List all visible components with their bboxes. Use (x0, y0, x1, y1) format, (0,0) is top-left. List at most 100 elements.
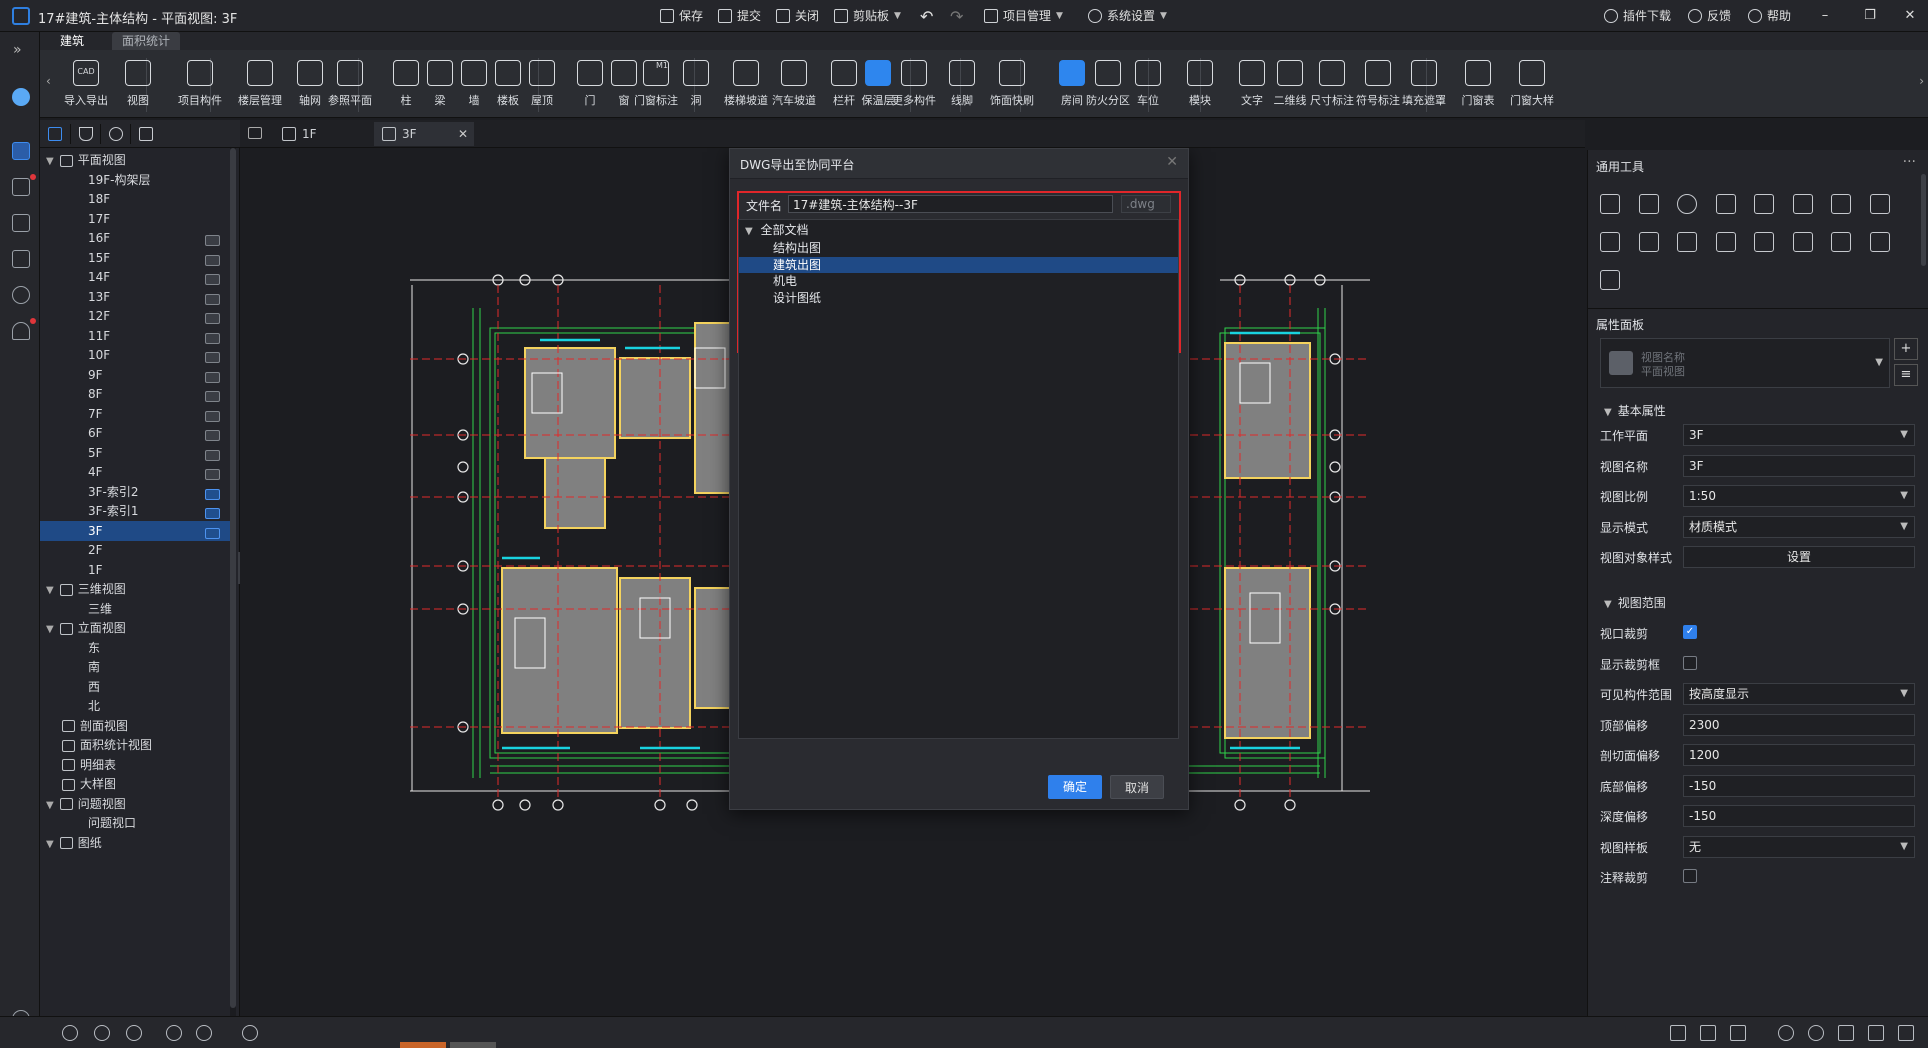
window-icon[interactable] (1868, 1025, 1884, 1041)
floor-manage-button[interactable]: 楼层管理 (232, 56, 288, 114)
view-tree-icon[interactable] (12, 142, 30, 160)
close-doc-button[interactable]: 关闭 (776, 7, 819, 24)
ribbon-scroll-left-icon[interactable]: ‹ (46, 74, 51, 88)
door-window-detail-button[interactable]: 门窗大样 (1504, 56, 1560, 114)
tree-item[interactable]: 9F (40, 365, 230, 385)
help-icon[interactable] (12, 286, 30, 304)
tree-scroll-thumb[interactable] (230, 148, 236, 1008)
cancel-button[interactable]: 取消 (1110, 775, 1164, 799)
drawing-canvas[interactable]: 东 DWG导出至协同平台 ✕ 文件名 .dwg ▼ 全部文档 结构出图建筑出图机… (240, 148, 1585, 1016)
database-icon[interactable] (12, 250, 30, 268)
tree-item[interactable]: 8F (40, 384, 230, 404)
layers-icon[interactable] (94, 1025, 110, 1041)
tree-item[interactable]: 12F (40, 306, 230, 326)
tree-item[interactable]: 3F-索引1 (40, 501, 230, 521)
tab-area-statistics[interactable]: 面积统计 (112, 32, 181, 50)
tree-item[interactable]: 7F (40, 404, 230, 424)
basic-properties-header[interactable]: ▼ 基本属性 (1604, 402, 1666, 419)
plugin-download-button[interactable]: 插件下载 (1604, 7, 1671, 24)
property-checkbox[interactable] (1683, 869, 1697, 883)
tree-item[interactable]: ▼ 立面视图 (40, 618, 230, 638)
snap-icon[interactable] (1838, 1025, 1854, 1041)
property-input[interactable]: 2300 (1683, 713, 1915, 736)
tree-item[interactable]: 13F (40, 287, 230, 307)
tree-item[interactable]: 4F (40, 462, 230, 482)
offset-icon[interactable] (1831, 194, 1851, 214)
parking-button[interactable]: 车位 (1120, 56, 1176, 114)
tree-item[interactable]: 18F (40, 189, 230, 209)
break-icon[interactable] (1677, 232, 1697, 252)
tree-item[interactable]: 2F (40, 540, 230, 560)
feedback-button[interactable]: 反馈 (1688, 7, 1731, 24)
document-icon[interactable] (12, 214, 30, 232)
close-window-button[interactable]: ✕ (1895, 6, 1925, 26)
link-icon[interactable] (1778, 1025, 1794, 1041)
tree-item[interactable]: 17F (40, 209, 230, 229)
tools-scrollbar[interactable] (1921, 174, 1926, 266)
tree-item[interactable]: 5F (40, 443, 230, 463)
tree-item[interactable]: 问题视口 (40, 813, 230, 833)
view-range-header[interactable]: ▼ 视图范围 (1604, 594, 1666, 611)
tree-item[interactable]: 剖面视图 (40, 716, 230, 736)
property-input[interactable]: -150 (1683, 774, 1915, 797)
ok-button[interactable]: 确定 (1048, 775, 1102, 799)
submit-button[interactable]: 提交 (718, 7, 761, 24)
tree-item[interactable]: 北 (40, 696, 230, 716)
property-button[interactable]: 设置 (1683, 546, 1915, 568)
document-folder-item[interactable]: 机电 (739, 273, 1178, 289)
project-component-button[interactable]: 项目构件 (172, 56, 228, 114)
tree-panel-toggle-button[interactable] (40, 124, 70, 144)
tree-item[interactable]: 明细表 (40, 755, 230, 775)
rotate-icon[interactable] (1677, 194, 1697, 214)
tree-item[interactable]: ▼ 图纸 (40, 833, 230, 853)
grid-icon[interactable] (1730, 1025, 1746, 1041)
tree-item[interactable]: 西 (40, 677, 230, 697)
document-folder-item[interactable]: 结构出图 (739, 240, 1178, 256)
tree-item[interactable]: 大样图 (40, 774, 230, 794)
property-input[interactable]: -150 (1683, 805, 1915, 827)
property-checkbox[interactable]: ✓ (1683, 625, 1697, 639)
globe-icon[interactable] (242, 1025, 258, 1041)
tree-scrollbar[interactable] (230, 148, 236, 1016)
eye-icon[interactable] (196, 1025, 212, 1041)
tree-item[interactable]: 东 (40, 638, 230, 658)
tree-item[interactable]: ▼ 平面视图 (40, 150, 230, 170)
add-view-button[interactable]: + (1894, 338, 1918, 360)
filename-input[interactable] (788, 195, 1113, 213)
tree-item[interactable]: 3F-索引2 (40, 482, 230, 502)
door-window-schedule-button[interactable]: 门窗表 (1450, 56, 1506, 114)
view-button[interactable]: 视图 (110, 56, 166, 114)
fill-mask-button[interactable]: 填充遮罩 (1396, 56, 1452, 114)
annotation-icon[interactable] (1808, 1025, 1824, 1041)
distribute-icon[interactable] (1638, 232, 1659, 252)
tree-filter-button[interactable] (70, 124, 100, 144)
redo-button[interactable]: ↷ (950, 7, 963, 26)
undo-button[interactable]: ↶ (920, 7, 933, 26)
tree-root-all-documents[interactable]: ▼ 全部文档 (739, 220, 1178, 240)
reference-plane-button[interactable]: 参照平面 (322, 56, 378, 114)
tree-locate-button[interactable] (100, 124, 130, 144)
tree-item[interactable]: 15F (40, 248, 230, 268)
save-button[interactable]: 保存 (660, 7, 703, 24)
help-button[interactable]: 帮助 (1748, 7, 1791, 24)
system-settings-button[interactable]: 系统设置 ▼ (1088, 7, 1167, 24)
mirror-icon[interactable] (1792, 232, 1813, 252)
copy-icon[interactable] (1638, 194, 1659, 214)
property-input[interactable]: 1200 (1683, 744, 1915, 766)
split-icon[interactable] (1754, 194, 1774, 214)
fullscreen-icon[interactable] (1898, 1025, 1914, 1041)
tree-item[interactable]: ▼ 问题视图 (40, 794, 230, 814)
ribbon-scroll-right-icon[interactable]: › (1919, 74, 1924, 88)
layer-icon[interactable] (62, 1025, 78, 1041)
property-input[interactable]: 3F (1683, 454, 1915, 477)
avatar[interactable] (12, 88, 30, 106)
more-icon[interactable]: ··· (1903, 154, 1916, 170)
tree-item[interactable]: 南 (40, 657, 230, 677)
connect-icon[interactable] (1715, 232, 1736, 252)
maximize-button[interactable]: ❐ (1855, 6, 1885, 26)
opening-button[interactable]: 洞 (668, 56, 724, 114)
tree-item[interactable]: 10F (40, 345, 230, 365)
tree-item[interactable]: 3F (40, 520, 230, 541)
property-select[interactable]: 1:50 ▼ (1683, 485, 1915, 507)
view-type-selector[interactable]: 视图名称 平面视图 ▼ (1600, 338, 1890, 388)
